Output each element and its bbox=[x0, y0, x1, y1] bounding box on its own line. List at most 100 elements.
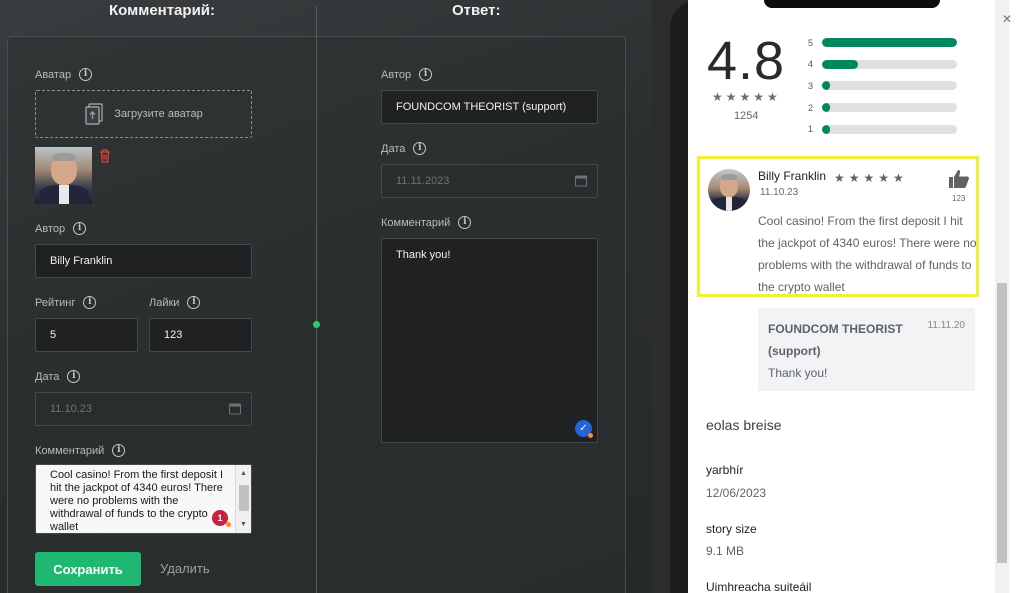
rating-bar-fill bbox=[822, 59, 859, 69]
review-card: Billy Franklin ★★★★★ 11.10.23 123 Cool c… bbox=[697, 156, 979, 297]
reply-author-label-text: Автор bbox=[381, 68, 412, 81]
thumbs-up-icon[interactable] bbox=[948, 169, 970, 189]
delete-button[interactable]: Удалить bbox=[160, 561, 210, 576]
calendar-icon[interactable] bbox=[575, 175, 587, 187]
rating-bar-track bbox=[822, 103, 957, 113]
reply-author: FOUNDCOM THEORIST (support) bbox=[768, 322, 903, 358]
reply-date-label-text: Дата bbox=[381, 142, 406, 155]
author-field-label: Автор i bbox=[35, 222, 87, 235]
reply-text: Thank you! bbox=[768, 366, 828, 380]
rating-count: 1254 bbox=[734, 110, 759, 122]
size-value: 9.1 MB bbox=[706, 544, 745, 558]
comment-text: Cool casino! From the first deposit I hi… bbox=[50, 469, 224, 533]
rating-bar-fill bbox=[822, 81, 831, 91]
info-icon[interactable]: i bbox=[419, 68, 433, 81]
rating-bar-label: 2 bbox=[808, 102, 814, 113]
rating-bar-label: 5 bbox=[808, 37, 814, 48]
close-icon[interactable]: ✕ bbox=[1002, 12, 1012, 26]
rating-bar-label: 3 bbox=[808, 80, 814, 91]
comment-label-text: Комментарий bbox=[35, 444, 105, 457]
date-field-label: Дата i bbox=[35, 370, 81, 383]
scroll-down-arrow-icon[interactable]: ▼ bbox=[240, 518, 247, 531]
reply-comment-textarea[interactable]: Thank you! bbox=[381, 238, 598, 443]
scroll-up-arrow-icon[interactable]: ▲ bbox=[240, 467, 247, 480]
review-editor: Комментарий: Ответ: Аватар i Загрузите а… bbox=[0, 0, 652, 593]
rating-input[interactable]: 5 bbox=[35, 318, 138, 352]
version-label: yarbhír bbox=[706, 463, 744, 477]
rating-bar-row: 4 bbox=[808, 54, 958, 76]
comment-column-heading: Комментарий: bbox=[109, 2, 216, 19]
likes-input[interactable]: 123 bbox=[149, 318, 252, 352]
info-icon[interactable]: i bbox=[83, 296, 97, 309]
info-icon[interactable]: i bbox=[458, 216, 472, 229]
reply-column-heading: Ответ: bbox=[452, 2, 501, 19]
rating-bar-fill bbox=[822, 103, 831, 113]
rating-bar-fill bbox=[822, 38, 957, 48]
rating-bar-row: 1 bbox=[808, 118, 958, 140]
app-info-title: eolas breise bbox=[706, 417, 782, 433]
rating-bar-row: 2 bbox=[808, 97, 958, 119]
badge-status-dot bbox=[226, 522, 231, 527]
rating-label-text: Рейтинг bbox=[35, 296, 76, 309]
rating-bar-label: 1 bbox=[808, 124, 814, 135]
upload-file-icon bbox=[85, 103, 103, 125]
installs-label: Uimhreacha suiteáil bbox=[706, 580, 812, 593]
reply-comment-label-text: Комментарий bbox=[381, 216, 451, 229]
trash-icon[interactable] bbox=[98, 148, 112, 163]
reply-date-placeholder: 11.11.2023 bbox=[396, 175, 450, 187]
avatar-field-label: Аватар i bbox=[35, 68, 93, 81]
upload-avatar-dropzone[interactable]: Загрузите аватар bbox=[35, 90, 252, 138]
avatar-label-text: Аватар bbox=[35, 68, 72, 81]
review-text: Cool casino! From the first deposit I hi… bbox=[758, 214, 977, 294]
textarea-scrollbar[interactable]: ▲ ▼ bbox=[235, 465, 251, 533]
reviewer-name: Billy Franklin bbox=[758, 169, 827, 183]
rating-bar-track bbox=[822, 38, 957, 48]
date-label-text: Дата bbox=[35, 370, 60, 383]
size-label: story size bbox=[706, 522, 757, 536]
divider-handle[interactable] bbox=[313, 321, 320, 328]
rating-bar-track bbox=[822, 124, 957, 134]
rating-field-label: Рейтинг i bbox=[35, 296, 97, 309]
reviewer-avatar bbox=[708, 169, 750, 211]
info-icon[interactable]: i bbox=[413, 142, 427, 155]
review-date: 11.10.23 bbox=[760, 187, 799, 198]
reply-date-input[interactable]: 11.11.2023 bbox=[381, 164, 598, 198]
info-icon[interactable]: i bbox=[79, 68, 93, 81]
save-button[interactable]: Сохранить bbox=[35, 552, 141, 586]
rating-bar-label: 4 bbox=[808, 59, 814, 70]
info-icon[interactable]: i bbox=[187, 296, 201, 309]
date-input[interactable]: 11.10.23 bbox=[35, 392, 252, 426]
column-divider bbox=[316, 6, 317, 593]
info-icon[interactable]: i bbox=[67, 370, 81, 383]
average-rating: 4.8 bbox=[707, 31, 786, 91]
info-icon[interactable]: i bbox=[73, 222, 87, 235]
version-value: 12/06/2023 bbox=[706, 486, 767, 500]
reply-comment-field-label: Комментарий i bbox=[381, 216, 472, 229]
scrollbar-thumb[interactable] bbox=[239, 485, 249, 511]
likes-label-text: Лайки bbox=[149, 296, 180, 309]
likes-field-label: Лайки i bbox=[149, 296, 201, 309]
review-like-count: 123 bbox=[952, 194, 966, 203]
review-stars: ★★★★★ bbox=[834, 171, 908, 185]
rating-bar-fill bbox=[822, 124, 831, 134]
rating-bar-row: 3 bbox=[808, 75, 958, 97]
date-placeholder: 11.10.23 bbox=[50, 403, 93, 415]
comment-field-label: Комментарий i bbox=[35, 444, 126, 457]
author-label-text: Автор bbox=[35, 222, 66, 235]
reply-date: 11.11.20 bbox=[927, 320, 965, 331]
reply-author-input[interactable]: FOUNDCOM THEORIST (support) bbox=[381, 90, 598, 124]
preview-scrollbar-thumb[interactable] bbox=[997, 283, 1007, 563]
reply-author-field-label: Автор i bbox=[381, 68, 433, 81]
developer-reply: FOUNDCOM THEORIST (support) 11.11.20 Tha… bbox=[758, 308, 975, 391]
average-stars: ★★★★★ bbox=[712, 90, 781, 104]
author-input[interactable]: Billy Franklin bbox=[35, 244, 252, 278]
badge-status-dot bbox=[588, 433, 593, 438]
reply-date-field-label: Дата i bbox=[381, 142, 427, 155]
info-icon[interactable]: i bbox=[112, 444, 126, 457]
rating-bar-track bbox=[822, 59, 957, 69]
avatar-image bbox=[35, 147, 92, 204]
calendar-icon[interactable] bbox=[229, 403, 241, 415]
rating-bar-track bbox=[822, 81, 957, 91]
upload-avatar-text: Загрузите аватар bbox=[114, 108, 203, 120]
rating-bar-row: 5 bbox=[808, 32, 958, 54]
